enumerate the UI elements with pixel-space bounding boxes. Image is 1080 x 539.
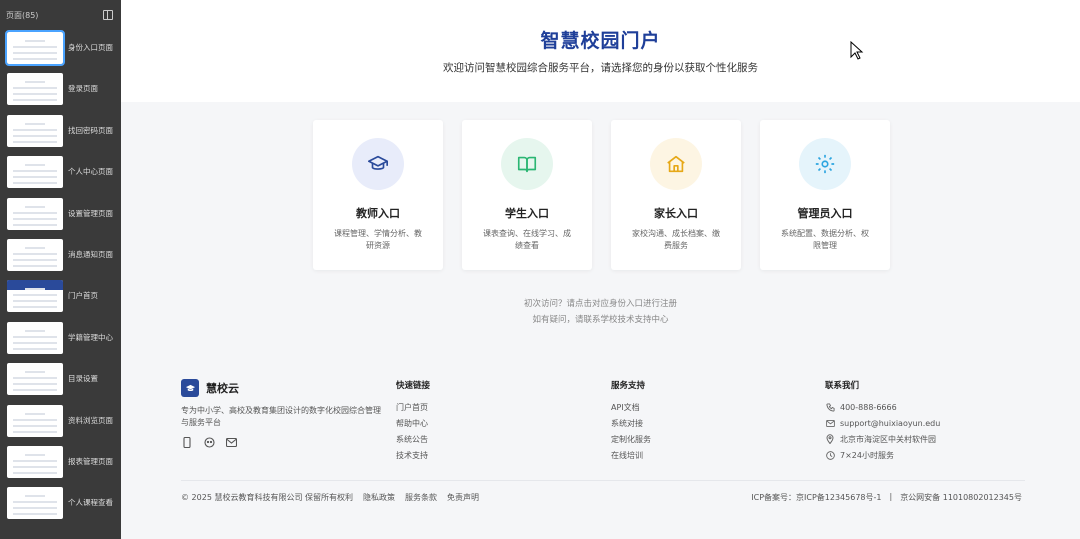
privacy-link[interactable]: 隐私政策 xyxy=(363,492,395,503)
home-icon xyxy=(650,138,702,190)
teacher-entry-card[interactable]: 教师入口 课程管理、学情分析、教研资源 xyxy=(313,120,443,270)
card-description: 系统配置、数据分析、权限管理 xyxy=(781,229,869,250)
footer-link[interactable]: API文档 xyxy=(611,399,651,415)
page-thumbnail-label[interactable]: 登录页面 xyxy=(68,84,118,94)
copyright-row: © 2025 慧校云教育科技有限公司 保留所有权利 隐私政策 服务条款 免责声明 xyxy=(181,492,479,503)
social-links xyxy=(181,436,237,448)
page-thumbnail[interactable] xyxy=(7,73,63,106)
page-thumbnail[interactable] xyxy=(7,114,63,147)
card-title: 学生入口 xyxy=(505,207,549,220)
student-entry-card[interactable]: 学生入口 课表查询、在线学习、成绩查看 xyxy=(462,120,592,270)
contact-phone: 400-888-6666 xyxy=(825,399,940,415)
service-support-column: 服务支持 API文档 系统对接 定制化服务 在线培训 xyxy=(611,379,651,463)
icp-info: ICP备案号：京ICP备12345678号-1 | 京公网安备 11010802… xyxy=(751,492,1022,503)
footer-divider xyxy=(181,480,1025,481)
footer-link[interactable]: 帮助中心 xyxy=(396,415,430,431)
page-thumbnail-label[interactable]: 个人中心页面 xyxy=(68,167,118,177)
footer-link[interactable]: 门户首页 xyxy=(396,399,430,415)
wechat-icon[interactable] xyxy=(203,436,215,448)
card-description: 课程管理、学情分析、教研资源 xyxy=(334,229,422,250)
page-thumbnail-label[interactable]: 个人课程查看 xyxy=(68,498,118,508)
graduation-cap-icon xyxy=(352,138,404,190)
page-title: 智慧校园门户 xyxy=(540,30,661,52)
brand-description: 专为中小学、高校及教育集团设计的数字化校园综合管理与服务平台 xyxy=(181,406,381,427)
sidebar-title: 页面(85) xyxy=(6,10,39,20)
book-icon xyxy=(501,138,553,190)
page-thumbnail[interactable] xyxy=(7,363,63,396)
role-entry-cards: 教师入口 课程管理、学情分析、教研资源 学生入口 课表查询、在线学习、成绩查看 … xyxy=(313,120,890,270)
gear-icon xyxy=(799,138,851,190)
location-pin-icon xyxy=(825,434,835,444)
page-thumbnail[interactable] xyxy=(7,197,63,230)
column-heading: 快速链接 xyxy=(396,381,431,391)
brand-name: 慧校云 xyxy=(206,382,239,395)
contact-hours: 7×24小时服务 xyxy=(825,447,940,463)
icp-number[interactable]: ICP备案号：京ICP备12345678号-1 xyxy=(751,492,881,503)
page-thumbnail-label[interactable]: 目录设置 xyxy=(68,374,118,384)
disclaimer-link[interactable]: 免责声明 xyxy=(447,492,479,503)
footer: 慧校云 专为中小学、高校及教育集团设计的数字化校园综合管理与服务平台 快速链接 … xyxy=(121,362,1080,539)
footer-link[interactable]: 技术支持 xyxy=(396,447,430,463)
card-title: 教师入口 xyxy=(356,207,400,220)
contact-address: 北京市海淀区中关村软件园 xyxy=(825,431,940,447)
admin-entry-card[interactable]: 管理员入口 系统配置、数据分析、权限管理 xyxy=(760,120,890,270)
page-thumbnail[interactable] xyxy=(7,446,63,478)
page-thumbnail[interactable] xyxy=(7,239,63,271)
sidebar-header: 页面(85) xyxy=(0,0,121,30)
card-title: 管理员入口 xyxy=(797,207,853,220)
page-thumbnail-label[interactable]: 设置管理页面 xyxy=(68,209,118,219)
page-thumbnail[interactable] xyxy=(7,321,63,354)
page-thumbnail-label[interactable]: 门户首页 xyxy=(68,291,118,301)
column-heading: 服务支持 xyxy=(611,381,646,391)
contact-email[interactable]: support@huixiaoyun.edu xyxy=(825,415,940,431)
phone-icon xyxy=(825,402,835,412)
contact-column: 联系我们 400-888-6666 support@huixiaoyun.edu… xyxy=(825,379,940,463)
mouse-cursor-icon xyxy=(850,41,864,60)
footer-link[interactable]: 系统对接 xyxy=(611,415,651,431)
terms-link[interactable]: 服务条款 xyxy=(405,492,437,503)
page-thumbnail-label[interactable]: 报表管理页面 xyxy=(68,457,118,467)
page-thumbnail-label[interactable]: 学籍管理中心 xyxy=(68,333,118,343)
separator: | xyxy=(889,492,893,501)
main-content: 智慧校园门户 欢迎访问智慧校园综合服务平台，请选择您的身份以获取个性化服务 教师… xyxy=(121,0,1080,539)
footer-link[interactable]: 在线培训 xyxy=(611,447,651,463)
column-heading: 联系我们 xyxy=(825,381,860,391)
clock-icon xyxy=(825,450,835,460)
page-thumbnail[interactable] xyxy=(7,487,63,520)
page-thumbnail[interactable] xyxy=(7,280,63,313)
card-description: 家校沟通、成长档案、缴费服务 xyxy=(632,229,720,250)
page-subtitle: 欢迎访问智慧校园综合服务平台，请选择您的身份以获取个性化服务 xyxy=(443,62,758,74)
footer-link[interactable]: 系统公告 xyxy=(396,431,430,447)
page-thumbnail[interactable] xyxy=(7,156,63,189)
page-thumbnail[interactable] xyxy=(5,30,65,66)
police-record[interactable]: 京公网安备 11010802012345号 xyxy=(900,492,1022,503)
page-thumbnail-label[interactable]: 消息通知页面 xyxy=(68,250,118,260)
card-description: 课表查询、在线学习、成绩查看 xyxy=(483,229,571,250)
footer-brand: 慧校云 xyxy=(181,379,239,397)
page-thumbnail-label[interactable]: 身份入口页面 xyxy=(68,43,118,53)
mail-icon xyxy=(825,419,835,427)
support-hint: 如有疑问，请联系学校技术支持中心 xyxy=(532,315,669,325)
footer-link[interactable]: 定制化服务 xyxy=(611,431,651,447)
phone-icon[interactable] xyxy=(181,436,193,448)
copyright-text: © 2025 慧校云教育科技有限公司 保留所有权利 xyxy=(181,493,353,502)
page-list-sidebar: 页面(85) 身份入口页面 登录页面找回密码页面 个人中心页面 设置管理页面 消息通知页… xyxy=(0,0,121,539)
logo-icon xyxy=(181,379,199,397)
card-title: 家长入口 xyxy=(654,207,698,220)
panel-toggle-icon[interactable] xyxy=(103,10,113,20)
register-hint: 初次访问？请点击对应身份入口进行注册 xyxy=(523,299,677,309)
mail-icon[interactable] xyxy=(225,436,237,448)
quick-links-column: 快速链接 门户首页 帮助中心 系统公告 技术支持 xyxy=(396,379,430,463)
page-thumbnail-label[interactable]: 找回密码页面 xyxy=(68,126,118,136)
page-thumbnail[interactable] xyxy=(7,404,63,437)
page-thumbnail-label[interactable]: 资料浏览页面 xyxy=(68,416,118,426)
hero-section: 智慧校园门户 欢迎访问智慧校园综合服务平台，请选择您的身份以获取个性化服务 xyxy=(121,0,1080,102)
parent-entry-card[interactable]: 家长入口 家校沟通、成长档案、缴费服务 xyxy=(611,120,741,270)
